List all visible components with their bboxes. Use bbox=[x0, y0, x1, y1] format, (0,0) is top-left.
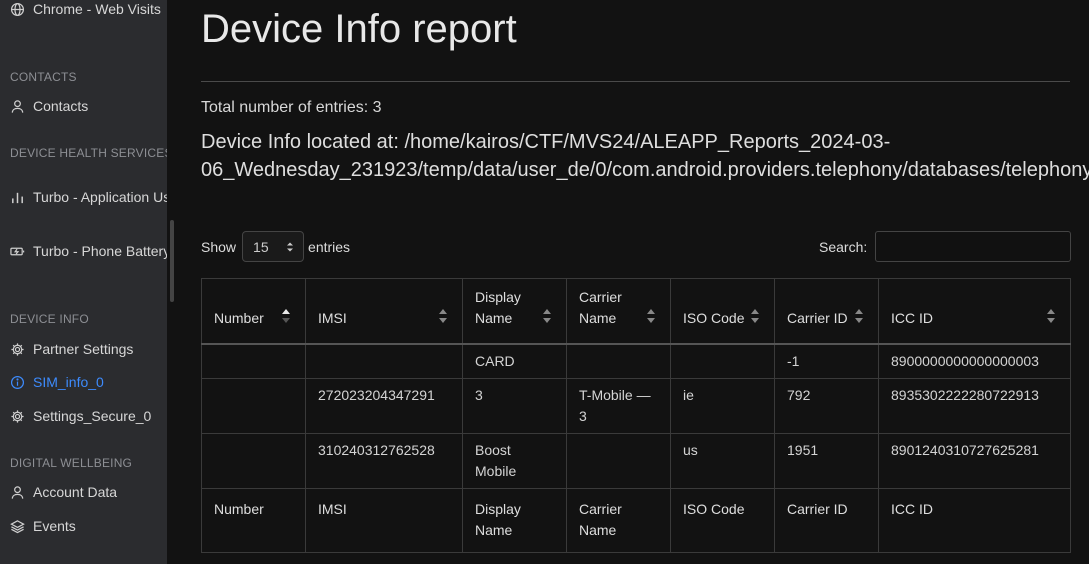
person-icon bbox=[11, 99, 24, 113]
layers-icon bbox=[10, 519, 25, 533]
cell-icc-id: 8901240310727625281 bbox=[878, 432, 1071, 489]
search-label: Search: bbox=[819, 238, 868, 255]
cell-iso-code: us bbox=[670, 432, 775, 489]
cell-icc-id: 8900000000000000003 bbox=[878, 343, 1071, 379]
footer-display-name: Display Name bbox=[462, 487, 567, 553]
table-row: CARD -1 8900000000000000003 bbox=[201, 343, 1071, 379]
person-icon bbox=[11, 485, 24, 499]
page-length-value: 15 bbox=[253, 238, 269, 255]
sidebar-item-label: Partner Settings bbox=[33, 341, 134, 357]
footer-imsi: IMSI bbox=[305, 487, 463, 553]
column-header-carrier-id[interactable]: Carrier ID bbox=[774, 278, 879, 345]
sidebar-item-label: Settings_Secure_0 bbox=[33, 408, 152, 424]
battery-charging-icon bbox=[10, 247, 25, 255]
bar-chart-icon bbox=[12, 192, 23, 203]
cell-number bbox=[201, 377, 306, 434]
sidebar-item-turbo-phone-battery[interactable]: Turbo - Phone Battery bbox=[10, 240, 167, 262]
sidebar-section-header: CONTACTS bbox=[10, 70, 77, 84]
sidebar-item-label: Contacts bbox=[33, 98, 89, 114]
search-control: Search: bbox=[819, 231, 1072, 262]
device-info-table: Number IMSI Display Name Carrier Name ISO … bbox=[201, 278, 1071, 553]
cell-iso-code: ie bbox=[670, 377, 775, 434]
page-length-select[interactable]: 15 bbox=[242, 231, 305, 262]
sidebar-scrollbar-thumb[interactable] bbox=[170, 220, 174, 302]
footer-iso-code: ISO Code bbox=[670, 487, 775, 553]
table-header-row: Number IMSI Display Name Carrier Name ISO … bbox=[201, 278, 1071, 345]
sidebar-item-label: SIM_info_0 bbox=[33, 374, 104, 390]
cell-carrier-id: -1 bbox=[774, 343, 879, 379]
entry-count: Total number of entries: 3 bbox=[201, 99, 382, 116]
search-input[interactable] bbox=[875, 231, 1072, 262]
table-footer-row: Number IMSI Display Name Carrier Name ISO … bbox=[201, 487, 1071, 553]
sort-icon bbox=[439, 308, 447, 323]
footer-number: Number bbox=[201, 487, 306, 553]
column-header-imsi[interactable]: IMSI bbox=[305, 278, 463, 345]
cell-number bbox=[201, 432, 306, 489]
table-row: 272023204347291 3 T-Mobile — 3 ie 792 89… bbox=[201, 377, 1071, 434]
column-header-icc-id[interactable]: ICC ID bbox=[878, 278, 1071, 345]
sidebar: Chrome - Web Visits CONTACTS Contacts DE… bbox=[0, 0, 167, 564]
globe-icon bbox=[10, 2, 25, 16]
main-content: Device Info report Total number of entri… bbox=[201, 0, 1089, 564]
sidebar-item-account-data[interactable]: Account Data bbox=[10, 481, 117, 503]
sort-icon bbox=[855, 308, 863, 323]
cell-display-name: 3 bbox=[462, 377, 567, 434]
entries-label: entries bbox=[308, 238, 351, 255]
select-arrows-icon bbox=[287, 242, 294, 251]
gear-icon bbox=[11, 409, 24, 423]
source-path-line: Device Info located at: /home/kairos/CTF… bbox=[201, 131, 891, 153]
cell-iso-code bbox=[670, 343, 775, 379]
cell-carrier-id: 1951 bbox=[774, 432, 879, 489]
cell-number bbox=[201, 343, 306, 379]
sidebar-item-settings-secure-0[interactable]: Settings_Secure_0 bbox=[10, 405, 151, 427]
column-header-display-name[interactable]: Display Name bbox=[462, 278, 567, 345]
column-header-number[interactable]: Number bbox=[201, 278, 306, 345]
divider bbox=[201, 81, 1070, 82]
source-path: Device Info located at: /home/kairos/CTF… bbox=[201, 128, 1089, 184]
footer-carrier-id: Carrier ID bbox=[774, 487, 879, 553]
page-title: Device Info report bbox=[201, 7, 517, 51]
source-path-line: 06_Wednesday_231923/temp/data/user_de/0/… bbox=[201, 159, 1089, 181]
sidebar-section-header: DEVICE HEALTH SERVICES bbox=[10, 146, 167, 160]
info-icon bbox=[10, 375, 25, 389]
show-label: Show bbox=[201, 238, 237, 255]
cell-imsi: 272023204347291 bbox=[305, 377, 463, 434]
cell-carrier-name bbox=[566, 343, 671, 379]
sidebar-section-header: DIGITAL WELLBEING bbox=[10, 456, 133, 470]
sidebar-item-label: Events bbox=[33, 518, 76, 534]
sidebar-item-label: Account Data bbox=[33, 484, 118, 500]
sort-icon bbox=[1047, 308, 1055, 323]
sidebar-item-partner-settings[interactable]: Partner Settings bbox=[10, 338, 133, 360]
sort-icon bbox=[751, 308, 759, 323]
footer-icc-id: ICC ID bbox=[878, 487, 1071, 553]
footer-carrier-name: Carrier Name bbox=[566, 487, 671, 553]
sort-ascending-icon bbox=[282, 308, 290, 323]
column-header-iso-code[interactable]: ISO Code bbox=[670, 278, 775, 345]
sidebar-item-label: Chrome - Web Visits bbox=[33, 1, 161, 17]
sort-icon bbox=[543, 308, 551, 323]
cell-carrier-name: T-Mobile — 3 bbox=[566, 377, 671, 434]
table-row: 310240312762528 Boost Mobile us 1951 890… bbox=[201, 432, 1071, 489]
gear-icon bbox=[11, 342, 24, 356]
sidebar-item-events[interactable]: Events bbox=[10, 515, 76, 537]
cell-carrier-id: 792 bbox=[774, 377, 879, 434]
cell-imsi: 310240312762528 bbox=[305, 432, 463, 489]
page-length-control: Show 15 entries bbox=[201, 231, 350, 262]
cell-icc-id: 8935302222280722913 bbox=[878, 377, 1071, 434]
sidebar-item-sim-info-0[interactable]: SIM_info_0 bbox=[10, 371, 104, 393]
sidebar-item-turbo-application-usage[interactable]: Turbo - Application Usage bbox=[10, 186, 167, 208]
cell-display-name: CARD bbox=[462, 343, 567, 379]
sidebar-item-label: Turbo - Application Usage bbox=[33, 189, 167, 205]
cell-display-name: Boost Mobile bbox=[462, 432, 567, 489]
cell-imsi bbox=[305, 343, 463, 379]
sidebar-section-header: DEVICE INFO bbox=[10, 312, 89, 326]
column-header-carrier-name[interactable]: Carrier Name bbox=[566, 278, 671, 345]
sidebar-item-contacts[interactable]: Contacts bbox=[10, 95, 88, 117]
sort-icon bbox=[647, 308, 655, 323]
sidebar-item-label: Turbo - Phone Battery bbox=[33, 243, 167, 259]
sidebar-item-chrome-web-visits[interactable]: Chrome - Web Visits bbox=[10, 0, 161, 20]
cell-carrier-name bbox=[566, 432, 671, 489]
